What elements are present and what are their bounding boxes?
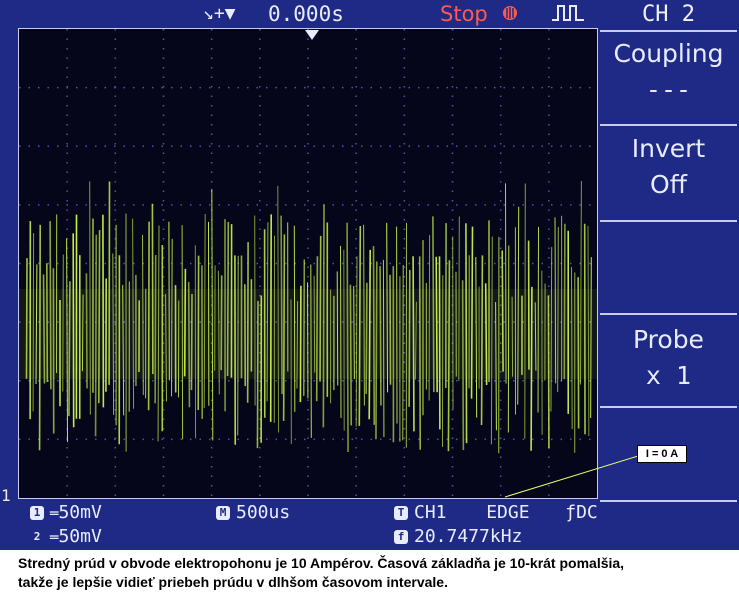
caption-line-2: takže je lepšie vidieť priebeh prúdu v d… [18, 574, 448, 590]
annotation-leader-line [504, 455, 639, 498]
zero-current-annotation: I = 0 A [637, 445, 687, 463]
caption-line-1: Stredný prúd v obvode elektropohonu je 1… [18, 555, 625, 571]
figure-caption: Stredný prúd v obvode elektropohonu je 1… [18, 554, 733, 592]
oscilloscope-screen: ↘+▼ 0.000s Stop 1 CH 2 Coupling --- Inve… [0, 0, 739, 550]
